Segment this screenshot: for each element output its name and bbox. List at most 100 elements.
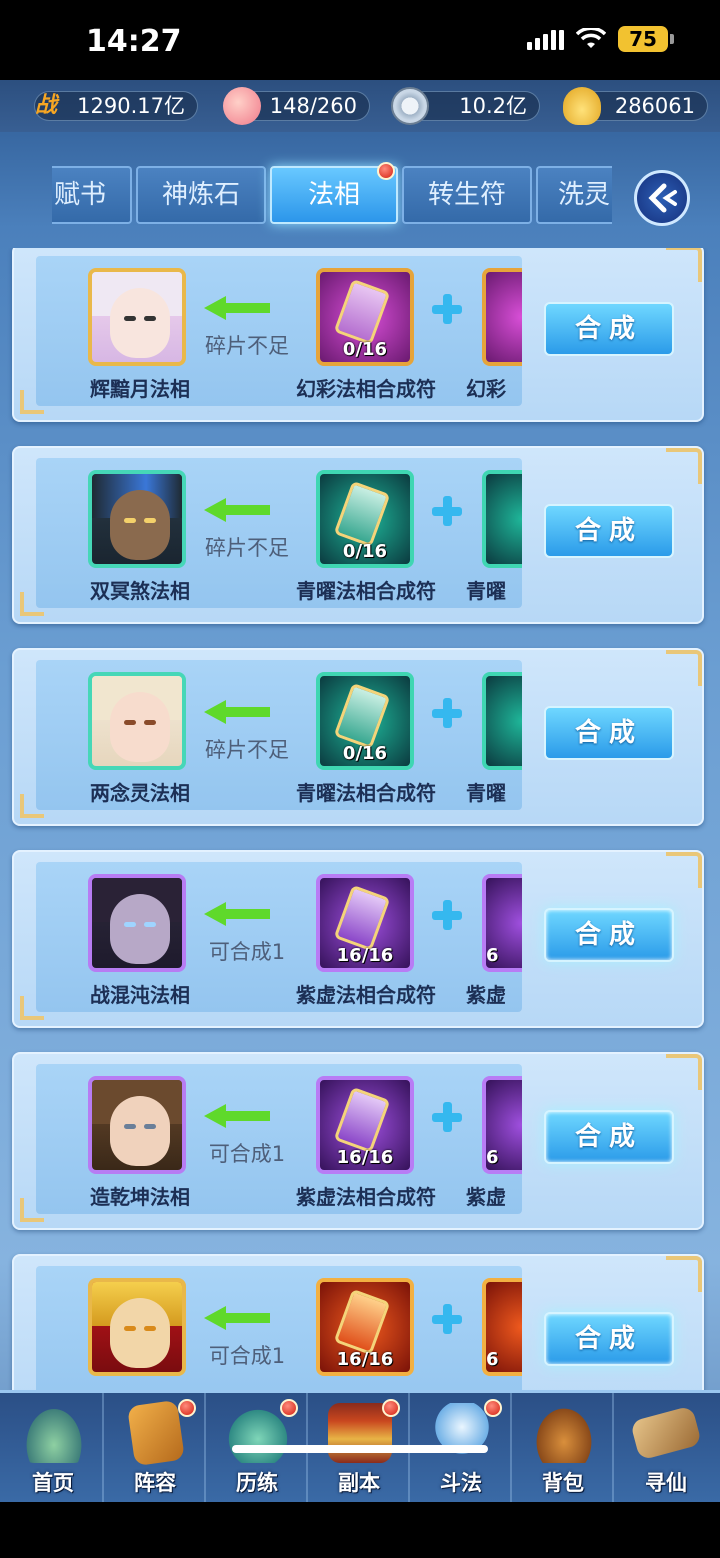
notification-dot [377, 162, 395, 180]
synthesis-talisman-slot[interactable]: 16/16 [316, 1278, 414, 1376]
arrow-left-icon [204, 1306, 270, 1330]
synthesize-button[interactable]: 合成 [544, 302, 674, 356]
faxiang-name: 造乾坤法相 [90, 1185, 190, 1209]
arrow-left-icon [204, 296, 270, 320]
synthesize-button[interactable]: 合成 [544, 1312, 674, 1366]
item-count: 16/16 [336, 1147, 394, 1168]
item2-name: 青曜 [466, 579, 506, 603]
clock: 14:27 [86, 24, 182, 59]
item2-count: 6 [486, 945, 499, 966]
tab-fushu[interactable]: 赋书 [52, 166, 132, 224]
resource-coin[interactable]: 10.2亿 [391, 87, 540, 125]
wifi-icon [576, 28, 606, 48]
list-item: 辉黯月法相 碎片不足 0/16 幻彩法相合成符 幻彩 合成 [12, 248, 704, 422]
notification-dot [382, 1399, 400, 1417]
synthesis-talisman-slot[interactable]: 16/16 [316, 874, 414, 972]
home-indicator[interactable] [232, 1445, 488, 1453]
tab-shenlianshi[interactable]: 神炼石 [136, 166, 266, 224]
faxiang-portrait[interactable] [88, 874, 186, 972]
second-talisman-slot[interactable] [482, 268, 522, 366]
plus-icon [432, 698, 462, 728]
status-icons: 75 [527, 26, 674, 52]
corner-ornament [20, 390, 44, 414]
synthesize-button[interactable]: 合成 [544, 504, 674, 558]
nav-label: 背包 [542, 1471, 584, 1495]
synthesis-list: 辉黯月法相 碎片不足 0/16 幻彩法相合成符 幻彩 合成 双冥煞法相 碎片不足… [0, 248, 720, 1390]
second-talisman-slot[interactable] [482, 672, 522, 770]
item2-count: 6 [486, 1147, 499, 1168]
nav-label: 副本 [338, 1471, 380, 1495]
game-screen: 战 1290.17亿 148/260 10.2亿 286061 赋书 神炼石 法… [0, 80, 720, 1558]
list-item: 两念灵法相 碎片不足 0/16 青曜法相合成符 青曜 合成 [12, 648, 704, 826]
status-text: 碎片不足 [205, 334, 289, 358]
synthesis-talisman-slot[interactable]: 0/16 [316, 672, 414, 770]
second-talisman-slot[interactable]: 6 [482, 1278, 522, 1376]
second-talisman-slot[interactable]: 6 [482, 874, 522, 972]
faxiang-portrait[interactable] [88, 1278, 186, 1376]
tab-xiling[interactable]: 洗灵 [536, 166, 612, 224]
faxiang-portrait[interactable] [88, 470, 186, 568]
item-count: 16/16 [336, 1349, 394, 1370]
second-talisman-slot[interactable] [482, 470, 522, 568]
corner-ornament [666, 852, 702, 888]
resource-gold-ingot[interactable]: 286061 [563, 87, 708, 125]
faxiang-portrait[interactable] [88, 268, 186, 366]
corner-ornament [666, 1256, 702, 1292]
synthesis-talisman-slot[interactable]: 0/16 [316, 470, 414, 568]
item-count: 0/16 [342, 743, 388, 764]
category-tabs: 赋书 神炼石 法相 转生符 洗灵 [0, 162, 720, 226]
status-text: 可合成1 [208, 1344, 286, 1368]
item-name: 紫虚法相合成符 [296, 1185, 436, 1209]
item-name: 青曜法相合成符 [296, 579, 436, 603]
synthesize-button[interactable]: 合成 [544, 1110, 674, 1164]
gold-ingot-icon [563, 87, 601, 125]
item2-name: 青曜 [466, 781, 506, 805]
nav-label: 阵容 [134, 1471, 176, 1495]
faxiang-portrait[interactable] [88, 1076, 186, 1174]
faxiang-name: 辉黯月法相 [90, 377, 190, 401]
corner-ornament [666, 1054, 702, 1090]
resource-battle-power[interactable]: 战 1290.17亿 [34, 91, 198, 121]
corner-ornament [20, 794, 44, 818]
arrow-left-icon [204, 902, 270, 926]
synthesis-talisman-slot[interactable]: 0/16 [316, 268, 414, 366]
nav-lineup[interactable]: 阵容 [106, 1393, 206, 1503]
status-text: 可合成1 [208, 1142, 286, 1166]
synthesize-button[interactable]: 合成 [544, 908, 674, 962]
nav-label: 寻仙 [645, 1471, 687, 1495]
item-name: 幻彩法相合成符 [296, 377, 436, 401]
item2-name: 幻彩 [466, 377, 506, 401]
back-arrow-button[interactable] [634, 170, 690, 226]
faxiang-portrait[interactable] [88, 672, 186, 770]
status-bar: 14:27 75 [0, 0, 720, 80]
tab-zhuanshengfu[interactable]: 转生符 [402, 166, 532, 224]
notification-dot [484, 1399, 502, 1417]
arrow-left-icon [204, 498, 270, 522]
bag-icon [532, 1403, 596, 1463]
nav-home[interactable]: 首页 [4, 1393, 104, 1503]
signal-icon [527, 28, 564, 50]
nav-seek-immortal[interactable]: 寻仙 [616, 1393, 716, 1503]
resource-value: 1290.17亿 [77, 94, 185, 118]
item-count: 0/16 [342, 541, 388, 562]
second-talisman-slot[interactable]: 6 [482, 1076, 522, 1174]
notification-dot [178, 1399, 196, 1417]
corner-ornament [666, 248, 702, 282]
double-chevron-left-icon [648, 183, 677, 213]
resource-value: 148/260 [269, 94, 357, 118]
synthesis-talisman-slot[interactable]: 16/16 [316, 1076, 414, 1174]
nav-bag[interactable]: 背包 [514, 1393, 614, 1503]
battle-power-icon: 战 [34, 93, 57, 118]
item-count: 0/16 [342, 339, 388, 360]
status-text: 可合成1 [208, 940, 286, 964]
item2-count: 6 [486, 1349, 499, 1370]
coin-icon [391, 87, 429, 125]
item-name: 青曜法相合成符 [296, 781, 436, 805]
status-text: 碎片不足 [205, 536, 289, 560]
item2-name: 紫虚 [466, 1185, 506, 1209]
resource-peach[interactable]: 148/260 [223, 87, 370, 125]
notification-dot [280, 1399, 298, 1417]
plus-icon [432, 900, 462, 930]
synthesize-button[interactable]: 合成 [544, 706, 674, 760]
plus-icon [432, 1102, 462, 1132]
